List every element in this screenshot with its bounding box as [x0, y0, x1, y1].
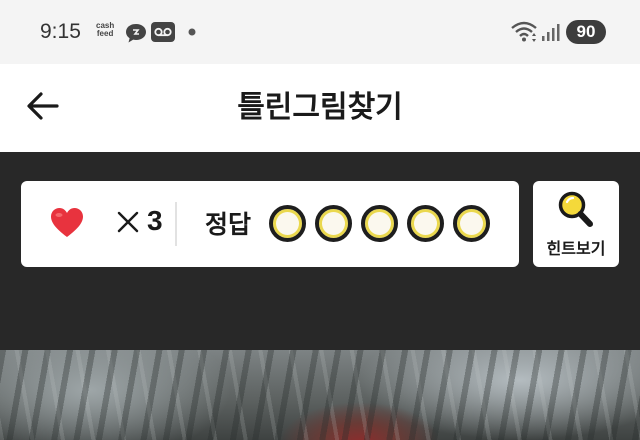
answer-slot	[269, 205, 306, 242]
status-time: 9:15	[40, 20, 81, 43]
answer-slots	[269, 205, 490, 243]
signal-icon	[542, 24, 560, 41]
hint-button[interactable]: 힌트보기	[533, 181, 619, 267]
wifi-icon	[511, 21, 537, 42]
times-icon	[117, 211, 139, 233]
magnifier-icon	[558, 191, 593, 227]
cashfeed-icon: cash feed	[96, 21, 115, 38]
battery-indicator: 90	[566, 20, 606, 44]
status-bar: 9:15 cash feed 90	[0, 0, 640, 64]
puzzle-image-texture	[0, 350, 640, 440]
score-card: 3 정답	[21, 181, 519, 267]
heart-icon	[51, 208, 83, 237]
divider	[175, 202, 177, 246]
game-header-panel: 3 정답 힌트보기	[0, 152, 640, 350]
answer-slot	[453, 205, 490, 242]
answer-label: 정답	[205, 210, 252, 239]
chat-bubble-icon	[126, 24, 146, 43]
dot-icon	[188, 28, 196, 36]
answer-slot	[315, 205, 352, 242]
page-title: 틀린그림찾기	[237, 90, 403, 125]
app-bar: 틀린그림찾기	[0, 64, 640, 152]
voicemail-icon	[151, 22, 175, 42]
puzzle-image[interactable]	[0, 350, 640, 440]
hint-label: 힌트보기	[546, 239, 606, 258]
answer-slot	[361, 205, 398, 242]
answer-slot	[407, 205, 444, 242]
lives-count: 3	[147, 205, 163, 236]
